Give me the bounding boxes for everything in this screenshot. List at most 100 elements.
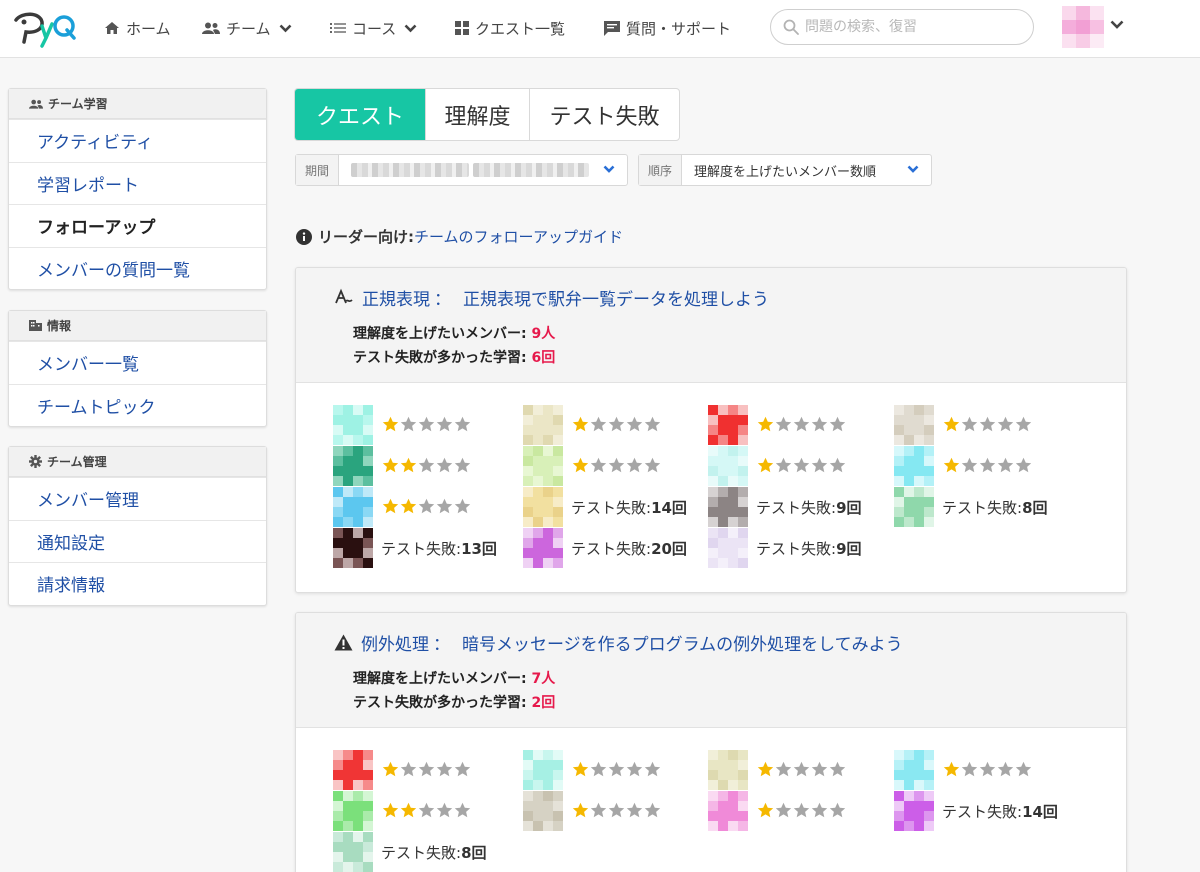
understanding-stars xyxy=(572,457,662,474)
member-avatar[interactable] xyxy=(708,487,748,527)
nav-course[interactable]: コース xyxy=(330,17,417,39)
understanding-stars xyxy=(572,761,662,778)
info-icon xyxy=(296,228,312,245)
list-icon xyxy=(330,23,346,33)
star-icon xyxy=(418,761,435,777)
nav-home[interactable]: ホーム xyxy=(104,17,171,39)
quest-colon: ： xyxy=(433,635,450,655)
member-avatar[interactable] xyxy=(708,528,748,568)
member-avatar[interactable] xyxy=(708,791,748,831)
fails-count: 2回 xyxy=(531,695,556,711)
member-avatar[interactable] xyxy=(894,487,934,527)
period-select[interactable]: 期間 xyxy=(295,154,628,186)
test-failure-label: テスト失敗: xyxy=(942,803,1023,821)
member-avatar[interactable] xyxy=(523,791,563,831)
understanding-stars xyxy=(757,416,847,433)
nav-quest-list-label: クエスト一覧 xyxy=(475,19,566,38)
member-avatar[interactable] xyxy=(333,791,373,831)
star-icon xyxy=(757,416,774,432)
star-icon xyxy=(382,761,399,777)
test-failure-count: テスト失敗:9回 xyxy=(756,538,862,559)
sidebar-item-team-topic[interactable]: チームトピック xyxy=(9,383,266,427)
star-icon xyxy=(418,498,435,514)
star-icon xyxy=(943,457,960,473)
test-failure-label: テスト失敗: xyxy=(571,499,652,517)
member-avatar[interactable] xyxy=(894,791,934,831)
member-avatar[interactable] xyxy=(333,528,373,568)
sidebar-item-activity[interactable]: アクティビティ xyxy=(9,119,266,162)
tab-test-failure[interactable]: テスト失敗 xyxy=(529,89,679,140)
member-avatar[interactable] xyxy=(333,487,373,527)
star-icon xyxy=(608,761,625,777)
test-failure-label: テスト失敗: xyxy=(756,499,837,517)
sidebar-heading: 情報 xyxy=(9,311,266,341)
star-icon xyxy=(961,416,978,432)
quest-title[interactable]: 例外処理 ： 暗号メッセージを作るプログラムの例外処理をしてみよう xyxy=(334,630,903,655)
quest-category: 正規表現 xyxy=(362,290,430,310)
star-icon xyxy=(793,416,810,432)
member-avatar[interactable] xyxy=(523,750,563,790)
members-label: 理解度を上げたいメンバー: xyxy=(353,671,527,687)
star-icon xyxy=(626,416,643,432)
nav-course-label: コース xyxy=(352,19,397,38)
star-icon xyxy=(811,802,828,818)
star-icon xyxy=(775,761,792,777)
member-avatar[interactable] xyxy=(708,446,748,486)
star-icon xyxy=(454,457,471,473)
member-avatar[interactable] xyxy=(708,750,748,790)
member-avatar[interactable] xyxy=(523,528,563,568)
sidebar-item-billing[interactable]: 請求情報 xyxy=(9,562,266,605)
member-avatar[interactable] xyxy=(333,750,373,790)
test-failure-count: テスト失敗:9回 xyxy=(756,497,862,518)
test-failure-number: 8回 xyxy=(461,844,487,862)
member-avatar[interactable] xyxy=(333,832,373,872)
chevron-down-icon[interactable] xyxy=(1110,20,1124,30)
search-box[interactable] xyxy=(770,9,1034,45)
order-select[interactable]: 順序 理解度を上げたいメンバー数順 xyxy=(638,154,932,186)
understanding-stars xyxy=(943,457,1033,474)
member-avatar[interactable] xyxy=(523,487,563,527)
star-icon xyxy=(757,761,774,777)
test-failure-number: 9回 xyxy=(836,540,862,558)
sidebar-info: 情報 メンバー一覧 チームトピック xyxy=(8,310,267,427)
member-avatar[interactable] xyxy=(333,446,373,486)
nav-support-label: 質問・サポート xyxy=(626,19,732,38)
star-icon xyxy=(979,457,996,473)
member-avatar[interactable] xyxy=(894,446,934,486)
member-avatar[interactable] xyxy=(333,405,373,445)
member-avatar[interactable] xyxy=(894,405,934,445)
gear-icon xyxy=(29,455,42,468)
star-icon xyxy=(590,416,607,432)
member-avatar[interactable] xyxy=(708,405,748,445)
sidebar-item-notification[interactable]: 通知設定 xyxy=(9,519,266,563)
user-avatar[interactable] xyxy=(1062,6,1104,48)
tab-quest[interactable]: クエスト xyxy=(295,89,425,140)
member-avatar[interactable] xyxy=(523,405,563,445)
search-input[interactable] xyxy=(805,19,1005,35)
info-building-icon xyxy=(29,320,42,331)
star-icon xyxy=(454,802,471,818)
star-icon xyxy=(454,416,471,432)
sidebar-item-member-questions[interactable]: メンバーの質問一覧 xyxy=(9,246,266,290)
fails-count: 6回 xyxy=(531,350,556,366)
understanding-stars xyxy=(757,802,847,819)
nav-team[interactable]: チーム xyxy=(202,17,292,39)
sidebar-item-member-list[interactable]: メンバー一覧 xyxy=(9,341,266,384)
star-icon xyxy=(757,802,774,818)
member-avatar[interactable] xyxy=(894,750,934,790)
star-icon xyxy=(436,498,453,514)
member-avatar[interactable] xyxy=(523,446,563,486)
nav-support[interactable]: 質問・サポート xyxy=(604,17,731,39)
tab-understanding[interactable]: 理解度 xyxy=(425,89,529,140)
nav-quest-list[interactable]: クエスト一覧 xyxy=(455,17,565,39)
followup-guide-link[interactable]: チームのフォローアップガイド xyxy=(414,226,623,247)
star-icon xyxy=(382,498,399,514)
sidebar-item-report[interactable]: 学習レポート xyxy=(9,161,266,205)
sidebar-item-followup[interactable]: フォローアップ xyxy=(9,204,266,247)
quest-title[interactable]: 正規表現 ： 正規表現で駅弁一覧データを処理しよう xyxy=(334,285,769,310)
test-failure-count: テスト失敗:14回 xyxy=(571,497,687,518)
sidebar-item-member-admin[interactable]: メンバー管理 xyxy=(9,477,266,520)
star-icon xyxy=(829,416,846,432)
pyq-logo[interactable] xyxy=(12,8,78,48)
understanding-stars xyxy=(382,802,472,819)
